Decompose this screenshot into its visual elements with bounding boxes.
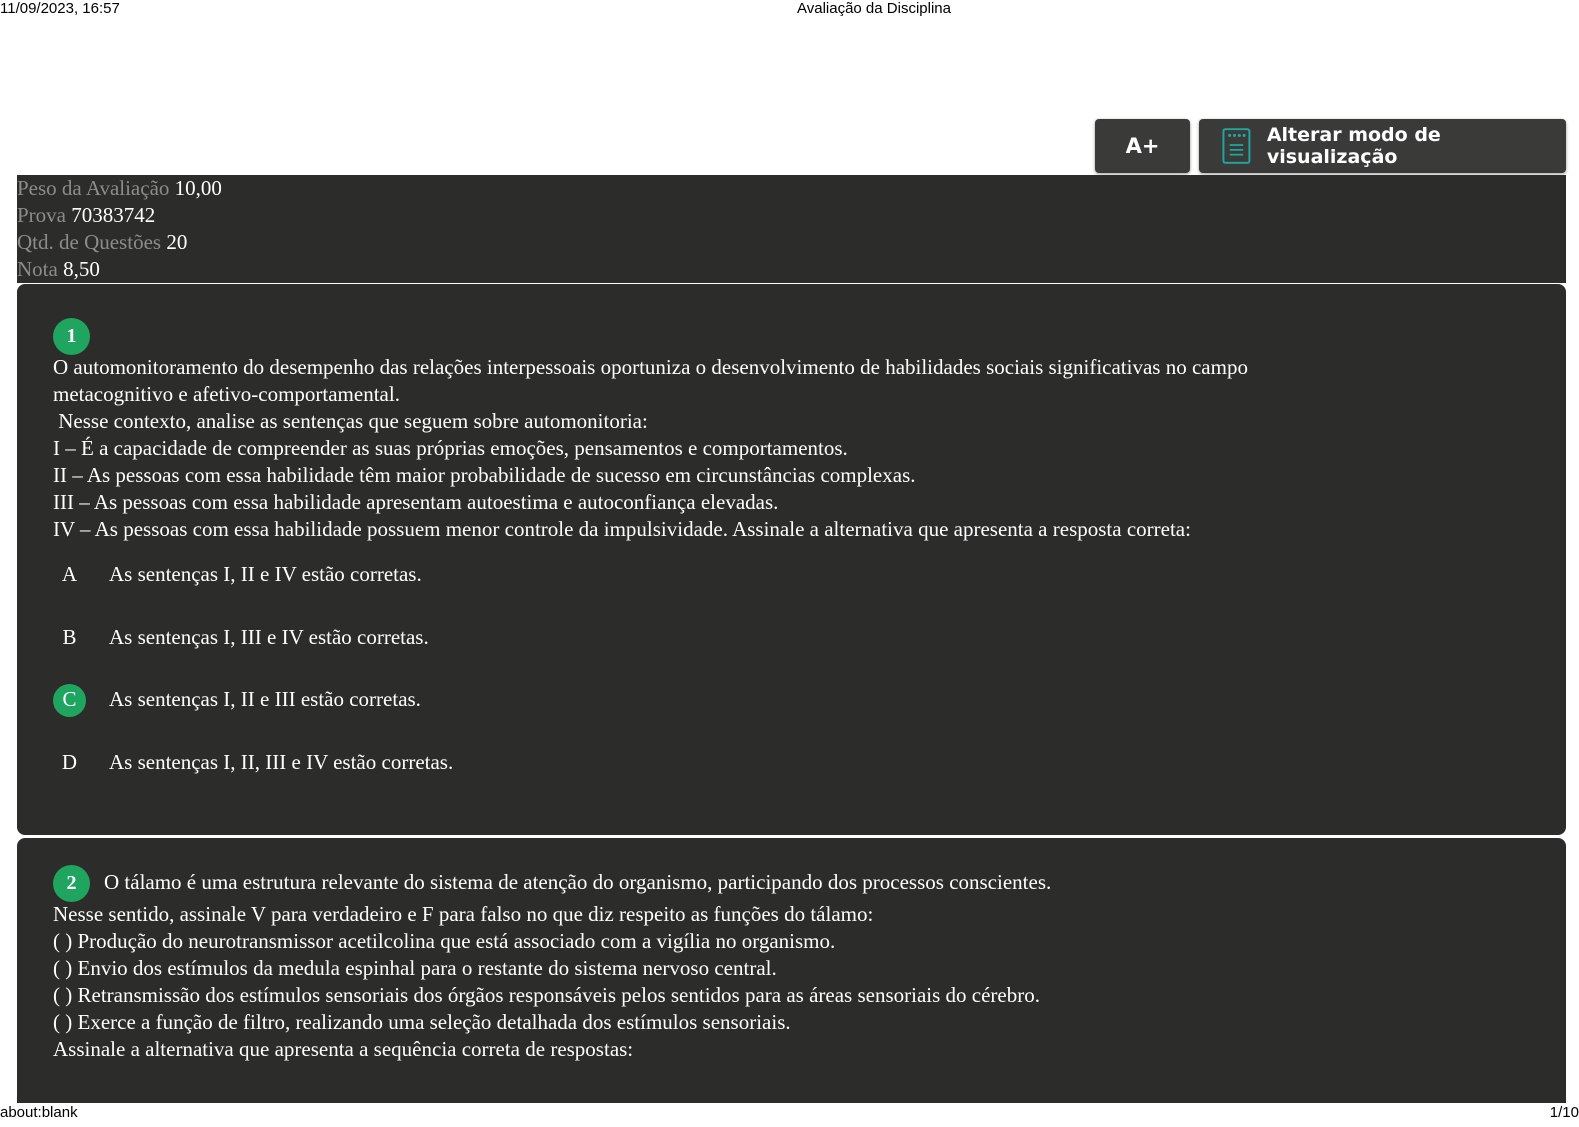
print-url: about:blank (0, 1104, 78, 1121)
question-line: ( ) Produção do neurotransmissor acetilc… (53, 929, 836, 953)
question-line: III – As pessoas com essa habilidade apr… (53, 490, 779, 514)
alternative-letter: D (61, 750, 78, 774)
summary-weight: Peso da Avaliação 10,00 (17, 175, 1566, 202)
alternative-b[interactable]: B As sentenças I, III e IV estão correta… (53, 622, 953, 656)
question-text: O automonitoramento do desempenho das re… (53, 354, 1248, 543)
question-line: ( ) Retransmissão dos estímulos sensoria… (53, 983, 1040, 1007)
question-number-badge: 2 (53, 865, 90, 902)
alternative-letter: B (62, 625, 77, 649)
weight-value: 10,00 (174, 176, 222, 200)
correct-answer-badge: C (53, 684, 86, 717)
document-icon (1222, 128, 1251, 164)
question-line: I – É a capacidade de compreender as sua… (53, 436, 848, 460)
question-line: ( ) Envio dos estímulos da medula espinh… (53, 956, 777, 980)
question-card-1: 1 O automonitoramento do desempenho das … (17, 284, 1566, 835)
question-count-value: 20 (166, 230, 188, 254)
grade-value: 8,50 (63, 257, 100, 281)
alternative-letter: A (61, 562, 78, 586)
exam-label: Prova (17, 203, 66, 227)
alternative-text: As sentenças I, II e IV estão corretas. (109, 562, 422, 586)
question-text: Nesse sentido, assinale V para verdadeir… (53, 901, 1040, 1063)
summary-grade: Nota 8,50 (17, 256, 1566, 283)
summary-question-count: Qtd. de Questões 20 (17, 229, 1566, 256)
question-card-2: 2 O tálamo é uma estrutura relevante do … (17, 838, 1566, 1103)
view-mode-button-label: Alterar modo de visualização (1266, 124, 1441, 168)
question-line: O tálamo é uma estrutura relevante do si… (104, 870, 1052, 894)
view-mode-button[interactable]: Alterar modo de visualização (1199, 119, 1566, 173)
exam-value: 70383742 (71, 203, 156, 227)
question-number-badge: 1 (53, 318, 90, 355)
summary-exam: Prova 70383742 (17, 202, 1566, 229)
question-line: metacognitivo e afetivo-comportamental. (53, 382, 400, 406)
question-line: II – As pessoas com essa habilidade têm … (53, 463, 916, 487)
question-line: ( ) Exerce a função de filtro, realizand… (53, 1010, 791, 1034)
question-line: O automonitoramento do desempenho das re… (53, 355, 1248, 379)
question-line: IV – As pessoas com essa habilidade poss… (53, 517, 1191, 541)
question-line: Assinale a alternativa que apresenta a s… (53, 1037, 634, 1061)
alternative-a[interactable]: A As sentenças I, II e IV estão corretas… (53, 559, 953, 593)
font-size-button[interactable]: A+ (1095, 119, 1190, 173)
evaluation-summary: Peso da Avaliação 10,00 Prova 70383742 Q… (17, 175, 1566, 283)
question-line: Nesse contexto, analise as sentenças que… (53, 409, 648, 433)
alternative-c-correct[interactable]: C As sentenças I, II e III estão correta… (53, 684, 953, 718)
font-size-button-label: A+ (1125, 134, 1160, 158)
question-line: Nesse sentido, assinale V para verdadeir… (53, 902, 874, 926)
print-page-number: 1/10 (1549, 1104, 1579, 1121)
question-count-label: Qtd. de Questões (17, 230, 162, 254)
alternative-text: As sentenças I, III e IV estão corretas. (109, 625, 429, 649)
alternative-text: As sentenças I, II e III estão corretas. (109, 687, 421, 711)
grade-label: Nota (17, 257, 58, 281)
alternative-d[interactable]: D As sentenças I, II, III e IV estão cor… (53, 747, 953, 781)
print-title: Avaliação da Disciplina (797, 0, 951, 17)
weight-label: Peso da Avaliação (17, 176, 170, 200)
alternative-text: As sentenças I, II, III e IV estão corre… (109, 750, 454, 774)
print-datetime: 11/09/2023, 16:57 (0, 0, 120, 17)
